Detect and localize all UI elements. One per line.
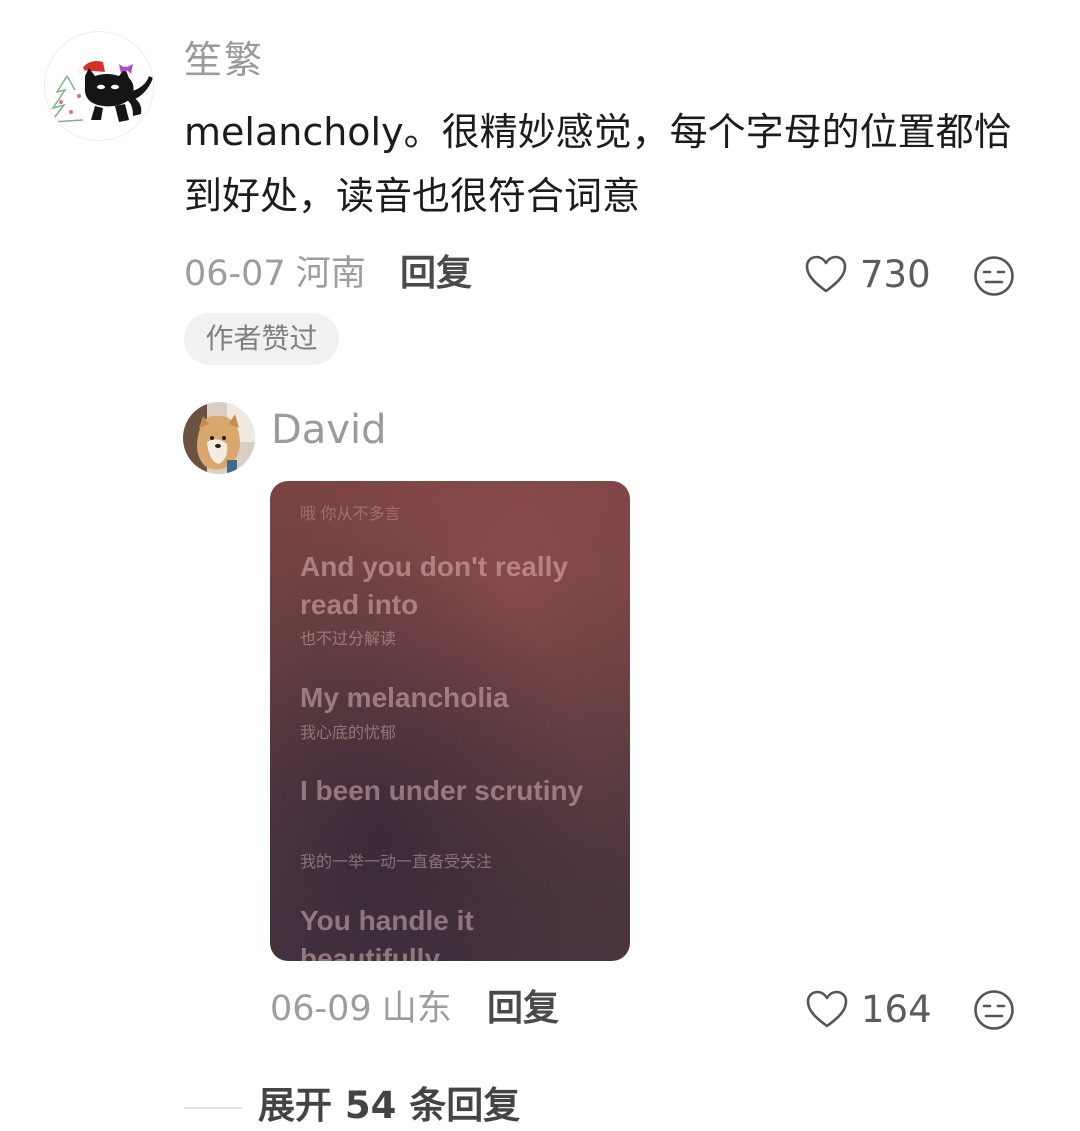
reply-username[interactable]: David [271,410,387,450]
like-button[interactable]: 730 [804,254,931,294]
comment-text: melancholy。很精妙感觉，每个字母的位置都恰到好处，读音也很符合词意 [184,110,1012,218]
lyric-translation: 我心底的忧郁 [300,725,397,742]
avatar[interactable] [44,31,154,141]
heart-outline-icon [805,255,847,293]
comment-date: 06-07 [184,254,286,294]
lyric-translation: 也不过分解读 [300,631,397,648]
reply-button[interactable]: 回复 [400,256,472,292]
comment-meta: 06-07 河南 [184,257,366,292]
meh-face-icon[interactable] [973,255,1015,297]
reply-region: 山东 [381,989,452,1029]
expand-divider [184,1107,242,1109]
heart-outline-icon [806,990,848,1028]
like-count: 730 [860,252,931,296]
author-liked-badge: 作者赞过 [184,313,339,365]
lyric-translation: 我的一举一动一直备受关注 [300,854,493,871]
lyric-line: And you don't really read into [300,551,569,620]
reply-date: 06-09 [270,989,372,1029]
reply-meta: 06-09 山东 [270,992,452,1027]
reply-avatar[interactable] [183,402,255,474]
lyrics-image[interactable]: 哦 你从不多言 And you don't really read into 也… [270,481,630,961]
comment-region: 河南 [295,254,366,294]
reply-like-button[interactable]: 164 [805,989,932,1029]
comment-username[interactable]: 笙繁 [184,41,264,79]
reply-like-count: 164 [861,987,932,1031]
reply-to-reply-button[interactable]: 回复 [487,991,559,1027]
lyric-top-line: 哦 你从不多言 [300,506,401,523]
lyric-line: You handle it beautifully [300,905,474,961]
meh-face-icon[interactable] [973,989,1015,1031]
lyric-line: I been under scrutiny [300,775,584,806]
cat-avatar-icon [49,61,153,123]
dog-avatar-icon [183,402,255,474]
lyric-line: My melancholia [300,682,509,713]
expand-replies-button[interactable]: 展开 54 条回复 [258,1087,520,1124]
